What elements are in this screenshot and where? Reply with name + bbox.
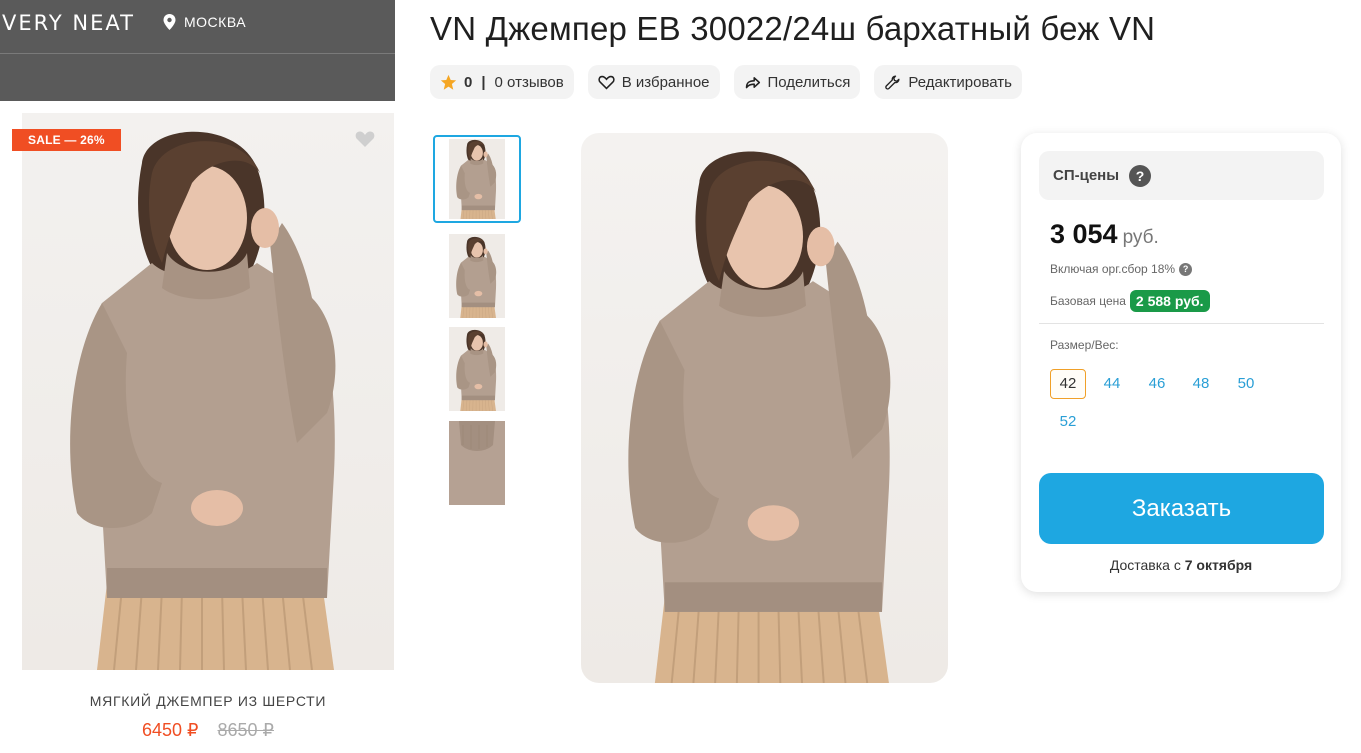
rating-separator: | (481, 73, 486, 91)
thumbnail-image (449, 421, 505, 505)
base-price-label: Базовая цена (1050, 294, 1126, 308)
size-option-50[interactable]: 50 (1228, 369, 1264, 399)
delivery-prefix: Доставка с (1109, 557, 1185, 573)
reviews-count: 0 отзывов (494, 73, 564, 91)
size-option-42[interactable]: 42 (1050, 369, 1086, 399)
help-icon[interactable]: ? (1179, 262, 1193, 276)
edit-button[interactable]: Редактировать (874, 65, 1022, 99)
delivery-date: 7 октября (1184, 557, 1253, 573)
page-root: VERY NEAT МОСКВА SALE — 26% МЯГКИЙ ДЖЕМП… (0, 0, 1361, 753)
org-fee-note: Включая орг.сбор 18% ? (1050, 262, 1193, 276)
size-option-48[interactable]: 48 (1183, 369, 1219, 399)
size-option-52[interactable]: 52 (1050, 407, 1086, 437)
main-product-image[interactable] (581, 133, 948, 683)
thumbnail-4[interactable] (449, 421, 505, 505)
thumbnail-1[interactable] (433, 135, 521, 223)
sale-badge: SALE — 26% (12, 129, 121, 151)
share-arrow-icon (745, 76, 760, 88)
thumbnail-image (449, 327, 505, 411)
sp-prices-label: СП-цены (1053, 167, 1120, 184)
heart-icon[interactable] (355, 130, 375, 148)
favorite-label: В избранное (621, 73, 710, 91)
price-old: 8650 ₽ (217, 720, 275, 740)
share-button[interactable]: Поделиться (733, 65, 861, 99)
favorite-button[interactable]: В избранное (587, 65, 720, 99)
star-icon (440, 74, 457, 90)
price: 3 054 руб. (1050, 219, 1159, 250)
sp-prices-header: СП-цены ? (1039, 151, 1324, 200)
size-option-44[interactable]: 44 (1094, 369, 1130, 399)
thumbnail-image (449, 139, 505, 219)
help-icon[interactable]: ? (1129, 164, 1152, 187)
wrench-icon (885, 74, 900, 90)
rating-chip[interactable]: 0 | 0 отзывов (430, 65, 574, 99)
price-new: 6450 ₽ (141, 720, 199, 740)
model-photo (22, 113, 394, 670)
org-fee-text: Включая орг.сбор 18% (1050, 262, 1176, 276)
size-label: Размер/Вес: (1050, 338, 1119, 352)
price-panel: СП-цены ? 3 054 руб. Включая орг.сбор 18… (1021, 133, 1341, 592)
model-photo (581, 133, 948, 683)
thumbnail-2[interactable] (449, 234, 505, 318)
price-amount: 3 054 (1050, 219, 1118, 249)
order-button[interactable]: Заказать (1039, 473, 1324, 544)
city-selector[interactable]: МОСКВА (163, 14, 246, 30)
thumbnail-3[interactable] (449, 327, 505, 411)
base-price: Базовая цена 2 588 руб. (1050, 290, 1210, 312)
thumbnail-image (449, 234, 505, 318)
edit-label: Редактировать (908, 73, 1012, 91)
divider (1039, 323, 1324, 324)
price-currency: руб. (1122, 227, 1159, 248)
store-logo[interactable]: VERY NEAT (2, 11, 135, 35)
header-divider (0, 53, 395, 54)
store-preview: VERY NEAT МОСКВА SALE — 26% МЯГКИЙ ДЖЕМП… (0, 0, 395, 753)
store-header: VERY NEAT МОСКВА (0, 0, 395, 101)
size-option-46[interactable]: 46 (1139, 369, 1175, 399)
delivery-info: Доставка с 7 октября (1021, 557, 1341, 573)
rating-value: 0 (464, 73, 473, 91)
product-card-image[interactable] (22, 113, 394, 670)
product-card-title[interactable]: МЯГКИЙ ДЖЕМПЕР ИЗ ШЕРСТИ (22, 693, 394, 709)
heart-icon (598, 75, 615, 90)
product-actions: 0 | 0 отзывов В избранное Поделиться Ред… (430, 65, 1022, 99)
city-label: МОСКВА (184, 14, 247, 30)
base-price-badge: 2 588 руб. (1129, 290, 1210, 312)
map-pin-icon (163, 14, 176, 30)
product-card-prices: 6450 ₽ 8650 ₽ (22, 720, 394, 741)
share-label: Поделиться (767, 73, 851, 91)
product-title: VN Джемпер ЕВ 30022/24ш бархатный беж VN (430, 10, 1156, 47)
